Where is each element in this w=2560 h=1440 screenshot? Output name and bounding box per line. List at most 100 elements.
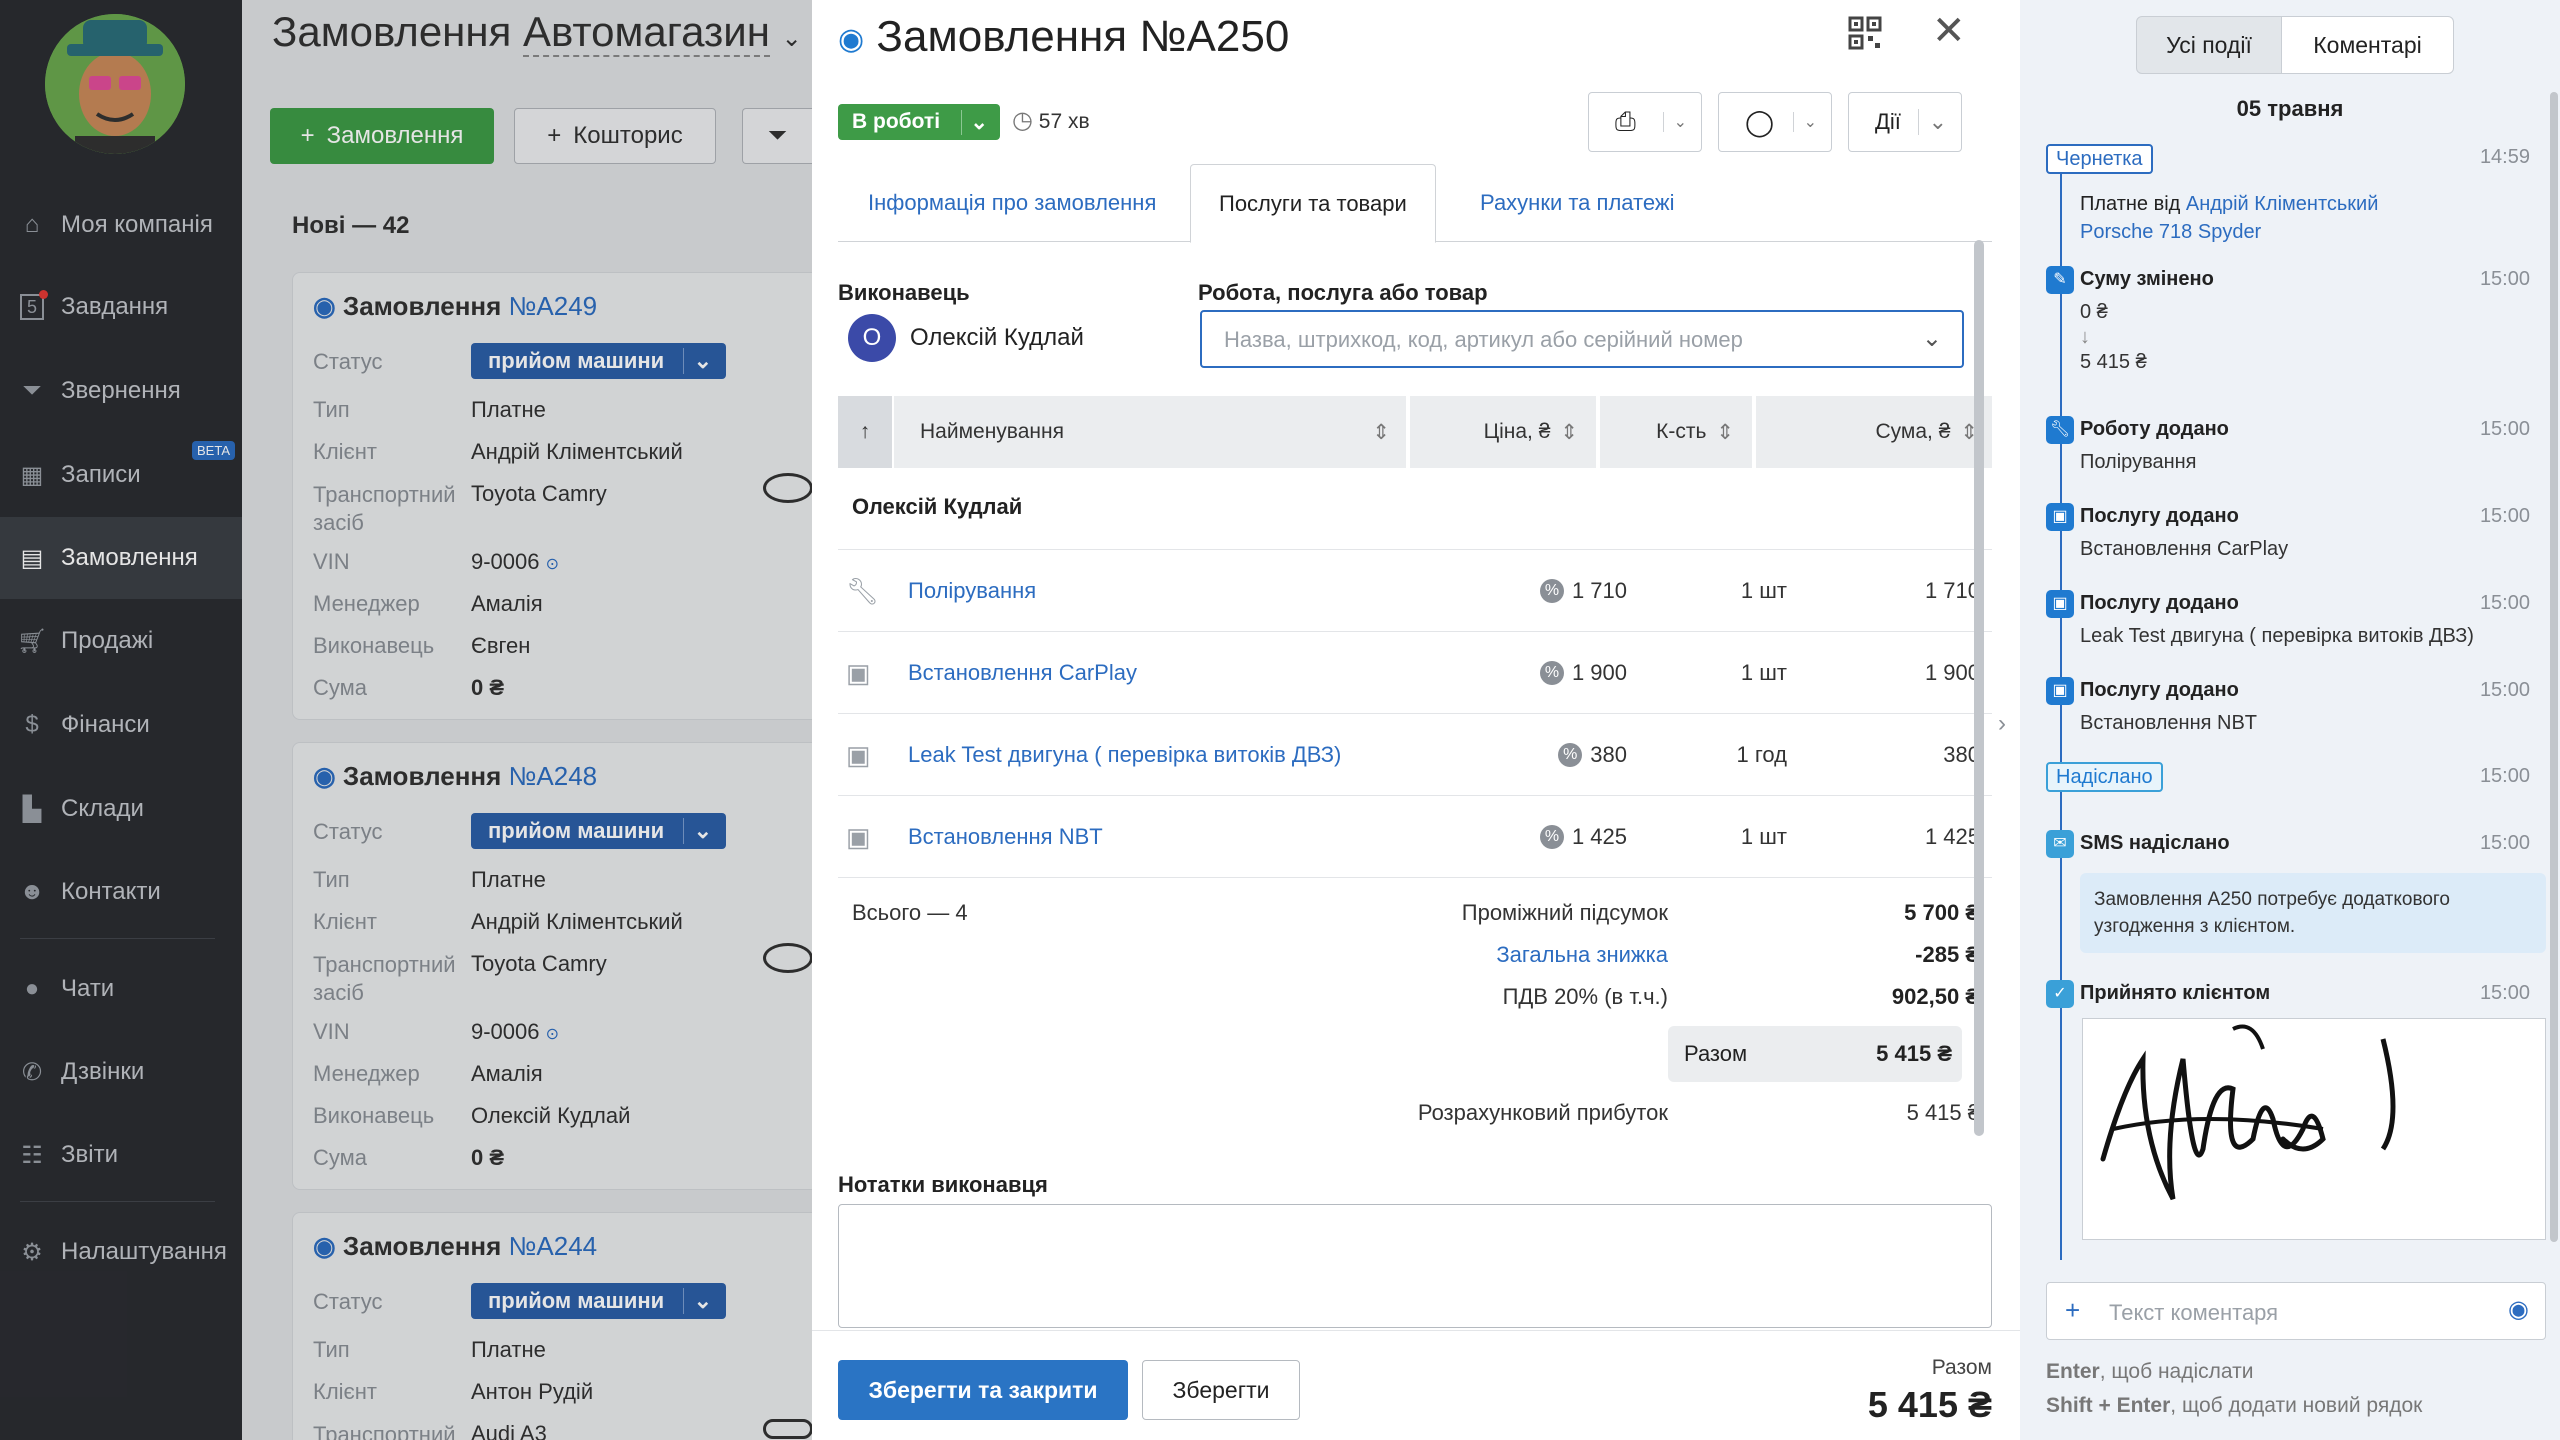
chevron-right-icon[interactable]: › (1998, 710, 2006, 738)
qr-code-icon[interactable] (1848, 16, 1882, 50)
message-button[interactable]: ◯ ⌄ (1718, 92, 1832, 152)
service-added-event: Послугу додано 15:00 Встановлення NBT (2080, 679, 2530, 734)
col-sum[interactable]: Сума, ₴ ⇕ (1756, 396, 1992, 468)
notes-textarea[interactable] (838, 1204, 1992, 1328)
toolbox-icon: ▣ (846, 740, 871, 770)
save-button[interactable]: Зберегти (1142, 1360, 1300, 1420)
discount-link[interactable]: Загальна знижка (1496, 942, 1668, 968)
item-sum: 1 425 (1924, 824, 1980, 849)
sms-event: SMS надіслано 15:00 (2080, 832, 2530, 854)
sms-text: Замовлення A250 потребує додаткового узг… (2080, 873, 2546, 953)
wrench-icon: 🔧︎ (2046, 416, 2074, 444)
group-label: Олексій Кудлай (852, 494, 1023, 519)
save-close-button[interactable]: Зберегти та закрити (838, 1360, 1128, 1420)
subtotal-label: Проміжний підсумок (1461, 900, 1668, 925)
toolbox-icon: ▣ (2046, 590, 2074, 618)
items-count: Всього — 4 (852, 900, 968, 925)
item-price: % 1 425 (1539, 796, 1627, 878)
sort-asc-icon[interactable]: ↑ (838, 396, 892, 468)
clock-icon: ◷ (1012, 107, 1033, 134)
table-row[interactable]: ▣ Встановлення CarPlay % 1 900 1 шт 1 900 (838, 632, 1992, 714)
tab-services-goods[interactable]: Послуги та товари (1190, 164, 1436, 243)
total-label: Разом (1684, 1041, 1748, 1066)
table-row[interactable]: ▣ Встановлення NBT % 1 425 1 шт 1 425 (838, 796, 1992, 878)
discount-icon: % (1539, 661, 1564, 685)
vehicle-link[interactable]: Porsche 718 Spyder (2080, 221, 2261, 243)
item-name-link[interactable]: Leak Test двигуна ( перевірка витоків ДВ… (908, 714, 1341, 796)
modal-backdrop[interactable] (0, 0, 812, 1440)
tab-order-info[interactable]: Інформація про замовлення (868, 164, 1156, 242)
client-signature (2082, 1018, 2546, 1240)
work-added-event: Роботу додано 15:00 Полірування (2080, 418, 2530, 473)
total-value: 5 415 ₴ (1876, 1041, 1952, 1066)
hint-enter: Enter, щоб надіслати (2046, 1360, 2254, 1383)
subtotal-value: 5 700 ₴ (1904, 900, 1980, 925)
actions-button[interactable]: Дії ⌄ (1848, 92, 1962, 152)
eye-icon[interactable]: ◉ (2508, 1295, 2529, 1324)
item-sum: 1 900 (1924, 660, 1980, 685)
check-icon: ✓ (2046, 980, 2074, 1008)
modal-title: ◉ Замовлення №A250 (838, 12, 1290, 61)
arrow-down-icon: ↓ (2080, 326, 2090, 348)
toolbox-icon: ▣ (2046, 503, 2074, 531)
item-label: Робота, послуга або товар (1198, 280, 1488, 305)
sort-icon: ⇕ (1716, 420, 1734, 444)
modal-scrollbar[interactable] (1974, 240, 1984, 1136)
toolbox-icon: ▣ (846, 822, 871, 852)
vat-value: 902,50 ₴ (1891, 984, 1980, 1009)
vat-label: ПДВ 20% (в т.ч.) (1502, 984, 1668, 1009)
draft-event: 14:59 (2479, 146, 2530, 168)
chevron-down-icon: ⌄ (1792, 112, 1817, 132)
profit-value: 5 415 ₴ (1906, 1100, 1980, 1125)
profit-label: Розрахунковий прибуток (1417, 1100, 1668, 1125)
item-name-link[interactable]: Встановлення CarPlay (908, 632, 1137, 714)
notes-label: Нотатки виконавця (838, 1172, 1048, 1197)
item-price: % 380 (1558, 714, 1627, 796)
tab-all-events[interactable]: Усі події (2136, 16, 2282, 74)
item-name-link[interactable]: Встановлення NBT (908, 796, 1103, 878)
printer-icon: ⎙ (1615, 106, 1636, 136)
discount-icon: % (1558, 743, 1583, 767)
events-scrollbar[interactable] (2550, 92, 2558, 1242)
table-row[interactable]: ▣ Leak Test двигуна ( перевірка витоків … (838, 714, 1992, 796)
executor-name[interactable]: Олексій Кудлай (910, 324, 1084, 352)
status-dropdown[interactable]: В роботі ⌄ (838, 104, 1000, 140)
plus-icon[interactable]: + (2065, 1295, 2080, 1326)
service-added-event: Послугу додано 15:00 Встановлення CarPlay (2080, 505, 2530, 560)
item-qty: 1 шт (1740, 660, 1787, 685)
chat-bubble-icon: ◯ (1745, 106, 1775, 137)
executor-avatar: О (848, 314, 896, 362)
order-modal: ◉ Замовлення №A250 ✕ В роботі ⌄ ◷ 57 хв ⎙… (812, 0, 2020, 1440)
sms-icon: ✉ (2046, 830, 2074, 858)
tab-invoices-payments[interactable]: Рахунки та платежі (1480, 164, 1674, 242)
sum-changed-event: Суму змінено 15:00 0 ₴ ↓ 5 415 ₴ (2080, 268, 2530, 373)
table-row[interactable]: 🔧︎ Полірування % 1 710 1 шт 1 710 (838, 550, 1992, 632)
edit-sum-icon: ✎ (2046, 266, 2074, 294)
print-button[interactable]: ⎙ ⌄ (1588, 92, 1702, 152)
footer-total-label: Разом (1931, 1356, 1992, 1379)
client-link[interactable]: Андрій Кліментський (2186, 193, 2378, 215)
executor-label: Виконавець (838, 280, 970, 305)
item-price: % 1 710 (1539, 550, 1627, 632)
sent-event: 15:00 (2479, 765, 2530, 787)
events-panel: Усі події Коментарі 05 травня Чернетка 1… (2020, 0, 2560, 1440)
col-qty[interactable]: К-сть ⇕ (1600, 396, 1752, 468)
chevron-down-icon[interactable]: ⌄ (1922, 324, 1942, 353)
toolbox-icon: ▣ (2046, 677, 2074, 705)
comment-input[interactable]: + Текст коментаря ◉ (2046, 1282, 2546, 1340)
item-search-input[interactable]: Назва, штрихкод, код, артикул або серійн… (1200, 310, 1964, 368)
item-qty: 1 шт (1740, 578, 1787, 603)
item-name-link[interactable]: Полірування (908, 550, 1036, 632)
tab-comments[interactable]: Коментарі (2282, 16, 2454, 74)
col-price[interactable]: Ціна, ₴ ⇕ (1410, 396, 1596, 468)
close-icon[interactable]: ✕ (1932, 8, 1966, 54)
col-name[interactable]: Найменування ⇕ (894, 396, 1406, 468)
group-row: Олексій Кудлай (838, 468, 1992, 550)
sort-icon: ⇕ (1372, 420, 1390, 444)
events-date: 05 травня (2236, 96, 2344, 121)
comment-placeholder: Текст коментаря (2109, 1300, 2279, 1325)
sort-icon: ⇕ (1560, 420, 1578, 444)
timeline-line (2060, 170, 2062, 1260)
discount-icon: % (1539, 825, 1564, 849)
accepted-event: Прийнято клієнтом 15:00 (2080, 982, 2530, 1004)
